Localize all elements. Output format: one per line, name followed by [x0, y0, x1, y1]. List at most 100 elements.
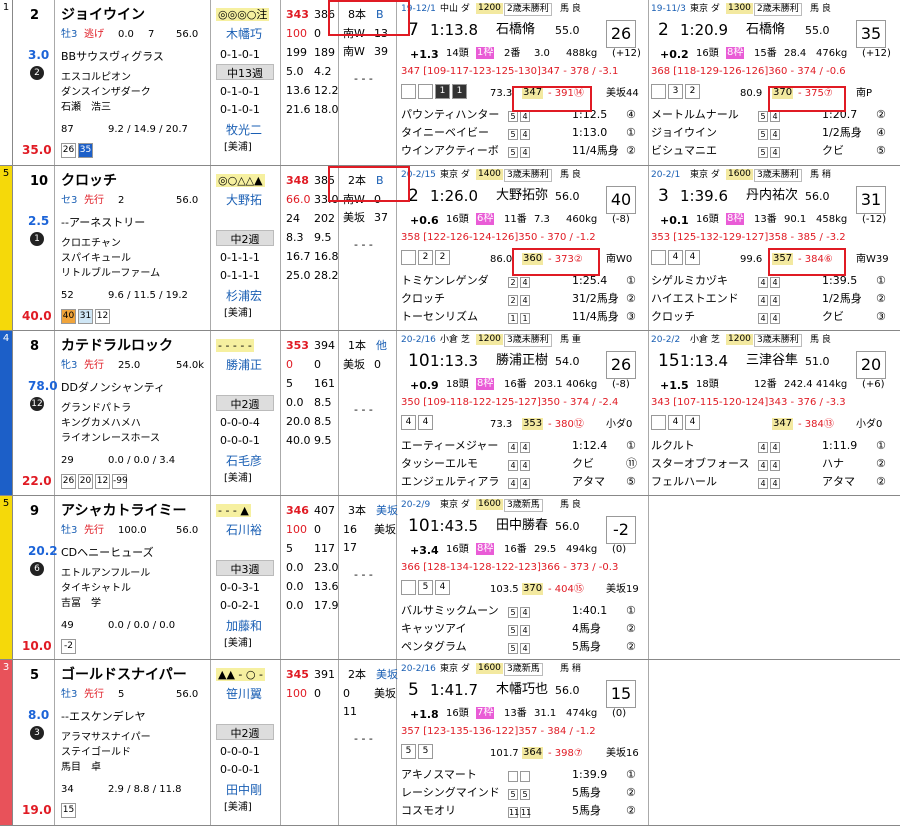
divider: [54, 166, 55, 330]
race2-class: 3歳未勝利: [754, 169, 802, 182]
race1-position-cells: 44: [401, 415, 435, 430]
kinryo: 54.0k: [176, 360, 205, 371]
race2-result-horse: メートルムナール: [651, 108, 739, 121]
result-cell: 5: [508, 606, 518, 618]
race1-time-diff: +1.3: [410, 48, 439, 61]
index-cells: -2: [61, 639, 78, 654]
race2-gate: 8枠: [726, 47, 745, 59]
position-cell: 5: [401, 744, 416, 759]
training-dash: - - -: [354, 72, 373, 85]
position-cell: 1: [452, 84, 467, 99]
race1-course: 中山 ダ: [440, 4, 470, 14]
race2-odds: 90.1: [784, 214, 807, 225]
race1-number: 2番: [504, 48, 521, 59]
result-cell: 4: [508, 477, 518, 489]
race1-gate: 8枠: [476, 378, 495, 390]
divider: [280, 660, 281, 825]
divider: [280, 166, 281, 330]
training-count: 1本: [348, 339, 366, 352]
race1-popularity-box: 26: [606, 351, 636, 379]
race2-time: 1:20.9: [680, 21, 728, 39]
race1-training-course: 美坂19: [606, 584, 639, 595]
race1-result-cells: 11 11: [508, 805, 532, 818]
highlight-box: [328, 166, 410, 202]
race2-result-order: ②: [876, 292, 886, 305]
race1-result-cells: 44: [508, 458, 532, 471]
training-1-val: 0: [374, 358, 381, 371]
race1-result-order: ②: [626, 786, 636, 799]
running-style: 逃げ: [84, 29, 104, 40]
highlight-box: [768, 86, 846, 112]
horse-row[interactable]: 5 9 20.2 6 10.0 アシャカトライミー 牡3 先行 100.0 56.0 CDヘニーヒュ…: [0, 496, 900, 660]
divider: [396, 660, 397, 825]
stat-values: 9.6 / 11.5 / 19.2: [108, 290, 188, 301]
horse-row[interactable]: 1 2 3.0 2 35.0 ジョイウイン 牡3 逃げ 0.0 7 56.0 BBサウスヴィグラス エス…: [0, 0, 900, 166]
race1-body-weight: 494kg: [566, 544, 598, 555]
race1-number: 16番: [504, 379, 527, 390]
jockey: 石川裕: [226, 523, 263, 537]
stable: [美浦]: [224, 142, 252, 153]
record-1: 0-1-1-1: [220, 251, 260, 264]
position-cell: 2: [435, 250, 450, 265]
waku-number: 5: [0, 166, 13, 330]
race1-jockey: 田中勝春: [496, 518, 549, 533]
trainer: 杉浦宏: [226, 289, 263, 303]
race2-kinryo: 51.0: [805, 355, 830, 368]
stat-b: 391: [314, 668, 335, 681]
race1-result-order: ④: [626, 108, 636, 121]
record-2: 0-0-0-1: [220, 763, 260, 776]
trainer: 石毛彦: [226, 454, 263, 468]
race2-position-cells: 44: [651, 250, 702, 265]
race1-result-horse: ウインアクティーボ: [401, 144, 499, 157]
race2-laps: 368 [118-129-126-126]360 - 374 / -0.6: [651, 66, 846, 77]
race2-finish-pos: 3: [658, 186, 669, 206]
race1-laps: 350 [109-118-122-125-127]350 - 374 / -2.…: [401, 397, 619, 408]
race2-result-order: ⑤: [876, 144, 886, 157]
race1-result-horse: クロッチ: [401, 292, 445, 305]
race1-class: 3歳新馬: [504, 499, 543, 512]
race2-body-weight: 458kg: [816, 214, 848, 225]
position-cell: [401, 580, 416, 595]
stat-b: 28.2: [314, 269, 339, 282]
age-sex: 牡3: [61, 689, 78, 700]
highlight-box: [512, 248, 600, 276]
sire: CDヘニーヒューズ: [61, 546, 154, 559]
race2-laps: 343 [107-115-120-124]343 - 376 / -3.3: [651, 397, 846, 408]
horse-name: クロッチ: [61, 173, 117, 189]
race2-number: 15番: [754, 48, 777, 59]
race1-gate: 7枠: [476, 707, 495, 719]
race1-result-margin: 11/4馬身: [572, 310, 619, 323]
race1-result-horse: アキノスマート: [401, 768, 477, 781]
result-cell: 5: [520, 788, 530, 800]
record-1: 0-1-0-1: [220, 85, 260, 98]
race1-going: 馬 良: [560, 170, 581, 180]
horse-row[interactable]: 3 5 8.0 3 19.0 ゴールドスナイパー 牡3 先行 5 56.0 --エスケンデレヤ アラマ…: [0, 660, 900, 826]
race1-result-margin: 1:39.9: [572, 768, 608, 781]
race1-time: 1:13.8: [430, 21, 478, 39]
jockey: 勝浦正: [226, 358, 263, 372]
race2-result-order: ②: [876, 457, 886, 470]
horse-row[interactable]: 4 8 78.0 12 22.0 カテドラルロック 牝3 先行 25.0 54.0k DDダノンシャ…: [0, 331, 900, 496]
race1-class: 3歳未勝利: [504, 334, 552, 347]
race1-going: 馬 良: [560, 500, 581, 510]
race1-odds: 203.1: [534, 379, 563, 390]
race2-result-horse: ハイエストエンド: [651, 292, 739, 305]
horse-name: ゴールドスナイパー: [61, 667, 187, 683]
stat-b: 8.5: [314, 396, 332, 409]
stable: [美浦]: [224, 473, 252, 484]
race2-result-order: ①: [876, 274, 886, 287]
race2-jockey: 三津谷隼: [746, 353, 799, 368]
stat-values: 0.0 / 0.0 / 3.4: [108, 455, 176, 466]
horse-row[interactable]: 5 10 2.5 1 40.0 クロッチ セ3 先行 2 56.0 --アーネストリー クロエチャンス…: [0, 166, 900, 331]
position-cell: 2: [418, 250, 433, 265]
result-cell: 4: [758, 477, 768, 489]
result-cell: 5: [508, 110, 518, 122]
index-cell: 20: [78, 474, 93, 489]
race1-field-size: 18頭: [446, 379, 469, 390]
dam: エスコルピオン: [61, 72, 131, 83]
position-cell: 4: [668, 415, 683, 430]
race1-body-weight: 488kg: [566, 48, 598, 59]
race1-class: 2歳未勝利: [504, 3, 552, 16]
race2-result-margin: 1/2馬身: [822, 126, 862, 139]
style-value: 100.0: [118, 525, 147, 536]
